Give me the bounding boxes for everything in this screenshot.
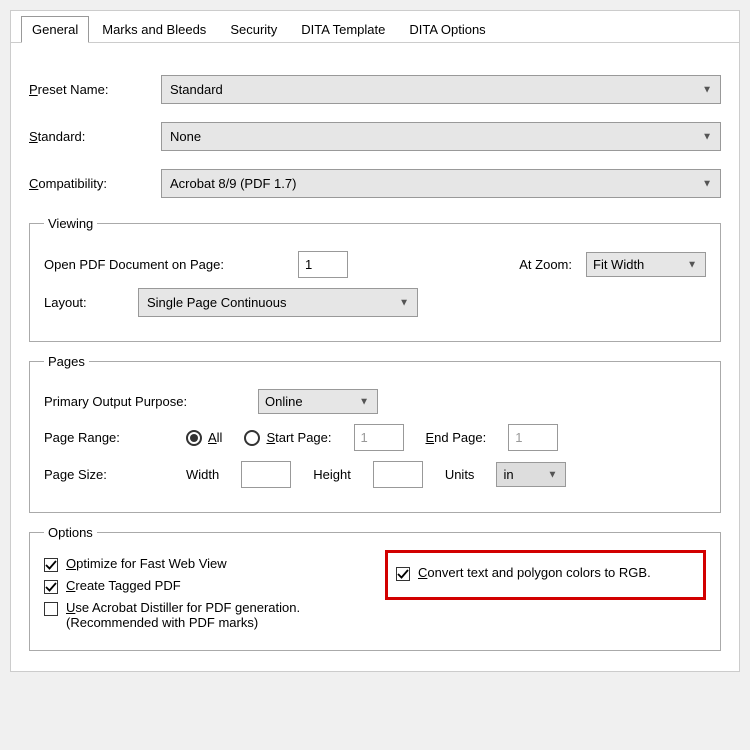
chevron-down-icon: ▼ — [702, 84, 712, 95]
tab-dita-template[interactable]: DITA Template — [290, 16, 396, 43]
end-page-label: End Page: — [426, 430, 487, 445]
check-use-distiller[interactable]: Use Acrobat Distiller for PDF generation… — [44, 600, 365, 630]
primary-purpose-label: Primary Output Purpose: — [44, 394, 244, 409]
units-label: Units — [445, 467, 475, 482]
height-label: Height — [313, 467, 351, 482]
standard-select[interactable]: None▼ — [161, 122, 721, 151]
chevron-down-icon: ▼ — [359, 396, 369, 407]
check-convert-rgb[interactable]: Convert text and polygon colors to RGB. — [396, 565, 695, 581]
tab-bar: General Marks and Bleeds Security DITA T… — [11, 11, 739, 42]
radio-all[interactable]: All — [186, 430, 222, 446]
chevron-down-icon: ▼ — [702, 178, 712, 189]
tab-marks-and-bleeds[interactable]: Marks and Bleeds — [91, 16, 217, 43]
options-legend: Options — [44, 525, 97, 540]
tab-general[interactable]: General — [21, 16, 89, 43]
open-page-label: Open PDF Document on Page: — [44, 257, 284, 272]
page-size-label: Page Size: — [44, 467, 164, 482]
chevron-down-icon: ▼ — [687, 259, 697, 270]
end-page-input[interactable] — [508, 424, 558, 451]
height-input[interactable] — [373, 461, 423, 488]
at-zoom-select[interactable]: Fit Width▼ — [586, 252, 706, 277]
viewing-legend: Viewing — [44, 216, 97, 231]
standard-label: Standard: — [29, 129, 147, 144]
tab-dita-options[interactable]: DITA Options — [398, 16, 496, 43]
units-select[interactable]: in▼ — [496, 462, 566, 487]
page-range-label: Page Range: — [44, 430, 164, 445]
layout-label: Layout: — [44, 295, 124, 310]
width-label: Width — [186, 467, 219, 482]
chevron-down-icon: ▼ — [399, 297, 409, 308]
highlight-convert-rgb: Convert text and polygon colors to RGB. — [385, 550, 706, 600]
preset-name-label: Preset Name: — [29, 82, 147, 97]
check-optimize-fast-web[interactable]: Optimize for Fast Web View — [44, 556, 365, 572]
viewing-group: Viewing Open PDF Document on Page: At Zo… — [29, 216, 721, 342]
primary-purpose-select[interactable]: Online▼ — [258, 389, 378, 414]
radio-start-page[interactable]: Start Page: — [244, 430, 331, 446]
check-create-tagged-pdf[interactable]: Create Tagged PDF — [44, 578, 365, 594]
chevron-down-icon: ▼ — [548, 469, 558, 480]
layout-select[interactable]: Single Page Continuous▼ — [138, 288, 418, 317]
pages-group: Pages Primary Output Purpose: Online▼ Pa… — [29, 354, 721, 513]
chevron-down-icon: ▼ — [702, 131, 712, 142]
preset-name-select[interactable]: Standard▼ — [161, 75, 721, 104]
at-zoom-label: At Zoom: — [519, 257, 572, 272]
options-group: Options Optimize for Fast Web View Creat… — [29, 525, 721, 651]
distiller-sublabel: (Recommended with PDF marks) — [66, 615, 258, 630]
width-input[interactable] — [241, 461, 291, 488]
compatibility-label: Compatibility: — [29, 176, 147, 191]
pages-legend: Pages — [44, 354, 89, 369]
compatibility-select[interactable]: Acrobat 8/9 (PDF 1.7)▼ — [161, 169, 721, 198]
start-page-input[interactable] — [354, 424, 404, 451]
open-page-input[interactable] — [298, 251, 348, 278]
tab-security[interactable]: Security — [219, 16, 288, 43]
